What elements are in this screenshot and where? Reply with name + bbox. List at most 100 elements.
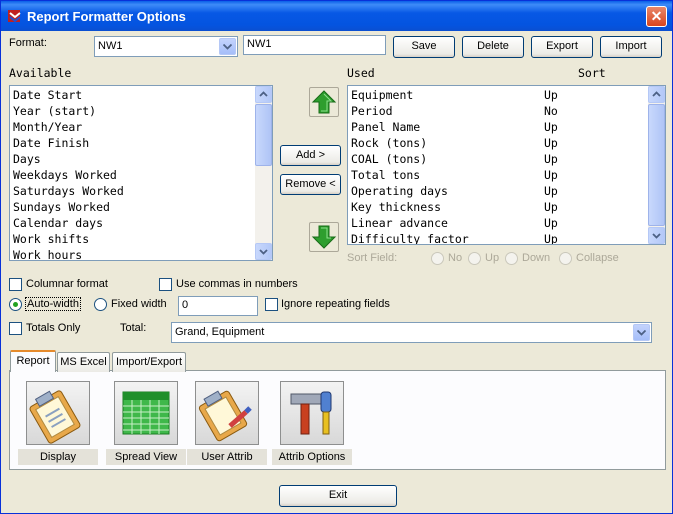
used-list[interactable]: Equipment Up Period No Panel Name Up Roc… bbox=[347, 85, 666, 245]
table-row[interactable]: Rock (tons) bbox=[351, 136, 427, 152]
format-name-field[interactable]: NW1 bbox=[243, 35, 386, 55]
sort-up-radio[interactable] bbox=[468, 252, 481, 265]
available-header: Available bbox=[9, 66, 72, 80]
used-scrollbar[interactable] bbox=[648, 86, 665, 244]
used-item-sort: No bbox=[544, 104, 558, 118]
total-select[interactable]: Grand, Equipment bbox=[171, 322, 652, 343]
tab-import-export[interactable]: Import/Export bbox=[112, 352, 186, 372]
title-bar[interactable]: Report Formatter Options ✕ bbox=[1, 1, 672, 31]
sort-down-radio[interactable] bbox=[505, 252, 518, 265]
list-item[interactable]: Year (start) bbox=[13, 104, 96, 120]
used-item-sort: Up bbox=[544, 232, 558, 245]
used-item-name: Linear advance bbox=[351, 216, 448, 230]
chevron-down-icon[interactable] bbox=[219, 38, 236, 55]
add-button[interactable]: Add > bbox=[280, 145, 341, 166]
tools-icon bbox=[290, 391, 332, 435]
ignore-repeating-checkbox[interactable] bbox=[265, 298, 278, 311]
use-commas-label: Use commas in numbers bbox=[176, 278, 298, 290]
columnar-format-label: Columnar format bbox=[26, 278, 108, 290]
exit-button-label: Exit bbox=[328, 489, 348, 501]
attrib-options-button-label: Attrib Options bbox=[272, 449, 352, 465]
used-item-name: Equipment bbox=[351, 88, 414, 102]
used-item-name: COAL (tons) bbox=[351, 152, 428, 166]
tab-import-export-label: Import/Export bbox=[115, 356, 183, 368]
sort-field-label: Sort Field: bbox=[347, 252, 398, 264]
sort-no-radio[interactable] bbox=[431, 252, 444, 265]
save-button-label: Save bbox=[411, 40, 437, 52]
format-select[interactable]: NW1 bbox=[94, 36, 238, 57]
table-row[interactable]: Total tons bbox=[351, 168, 420, 184]
table-row[interactable]: Panel Name bbox=[351, 120, 420, 136]
scroll-up-icon[interactable] bbox=[255, 86, 272, 103]
move-down-button[interactable] bbox=[309, 222, 339, 252]
auto-width-radio[interactable] bbox=[9, 298, 22, 311]
available-list[interactable]: Date Start Year (start) Month/Year Date … bbox=[9, 85, 273, 261]
delete-button[interactable]: Delete bbox=[462, 36, 524, 58]
used-header: Used bbox=[347, 66, 375, 80]
fixed-width-field[interactable]: 0 bbox=[178, 296, 258, 316]
scroll-down-icon[interactable] bbox=[255, 243, 272, 260]
arrow-down-icon bbox=[311, 225, 337, 249]
table-row[interactable]: Difficulty factor bbox=[351, 232, 469, 244]
chevron-down-icon[interactable] bbox=[633, 324, 650, 341]
sort-collapse-radio[interactable] bbox=[559, 252, 572, 265]
used-item-name: Key thickness bbox=[351, 200, 442, 214]
list-item[interactable]: Work shifts bbox=[13, 232, 89, 248]
tab-ms-excel[interactable]: MS Excel bbox=[57, 352, 110, 372]
table-row[interactable]: Key thickness bbox=[351, 200, 441, 216]
table-row[interactable]: Equipment bbox=[351, 88, 413, 104]
scroll-thumb[interactable] bbox=[255, 104, 272, 166]
user-attrib-button-label: User Attrib bbox=[187, 449, 267, 465]
exit-button[interactable]: Exit bbox=[279, 485, 397, 507]
used-item-name: Operating days bbox=[351, 184, 448, 198]
table-row[interactable]: COAL (tons) bbox=[351, 152, 427, 168]
tab-ms-excel-label: MS Excel bbox=[60, 356, 107, 368]
fixed-width-radio[interactable] bbox=[94, 298, 107, 311]
scroll-down-icon[interactable] bbox=[648, 227, 665, 244]
spread-view-button[interactable]: Spread View bbox=[106, 379, 186, 465]
export-button-label: Export bbox=[546, 40, 578, 52]
import-button[interactable]: Import bbox=[600, 36, 662, 58]
used-item-sort: Up bbox=[544, 88, 558, 102]
list-item[interactable]: Sundays Worked bbox=[13, 200, 110, 216]
save-button[interactable]: Save bbox=[393, 36, 455, 58]
used-item-sort: Up bbox=[544, 136, 558, 150]
list-item[interactable]: Days bbox=[13, 152, 41, 168]
user-attrib-button[interactable]: User Attrib bbox=[187, 379, 267, 465]
close-icon: ✕ bbox=[650, 8, 663, 24]
used-item-name: Panel Name bbox=[351, 120, 421, 134]
available-scrollbar[interactable] bbox=[255, 86, 272, 260]
list-item[interactable]: Date Start bbox=[13, 88, 82, 104]
table-row[interactable]: Operating days bbox=[351, 184, 448, 200]
used-item-sort: Up bbox=[544, 120, 558, 134]
list-item[interactable]: Weekdays Worked bbox=[13, 168, 117, 184]
columnar-format-checkbox[interactable] bbox=[9, 278, 22, 291]
tab-report[interactable]: Report bbox=[10, 350, 56, 372]
list-item[interactable]: Month/Year bbox=[13, 120, 82, 136]
spreadsheet-icon bbox=[122, 391, 170, 435]
used-item-sort: Up bbox=[544, 184, 558, 198]
app-icon bbox=[8, 10, 21, 23]
move-up-button[interactable] bbox=[309, 87, 339, 117]
totals-only-checkbox[interactable] bbox=[9, 322, 22, 335]
use-commas-checkbox[interactable] bbox=[159, 278, 172, 291]
scroll-thumb[interactable] bbox=[648, 104, 665, 226]
table-row[interactable]: Period bbox=[351, 104, 393, 120]
scroll-up-icon[interactable] bbox=[648, 86, 665, 103]
used-item-name: Period bbox=[351, 104, 393, 118]
export-button[interactable]: Export bbox=[531, 36, 593, 58]
report-formatter-window: Report Formatter Options ✕ Format: NW1 N… bbox=[0, 0, 673, 514]
used-item-name: Total tons bbox=[351, 168, 421, 182]
remove-button[interactable]: Remove < bbox=[280, 174, 341, 195]
display-button[interactable]: Display bbox=[18, 379, 98, 465]
close-button[interactable]: ✕ bbox=[646, 6, 667, 27]
table-row[interactable]: Linear advance bbox=[351, 216, 448, 232]
fixed-width-label: Fixed width bbox=[111, 298, 167, 310]
format-label: Format: bbox=[9, 37, 47, 49]
used-item-sort: Up bbox=[544, 200, 558, 214]
list-item[interactable]: Saturdays Worked bbox=[13, 184, 124, 200]
list-item[interactable]: Work hours bbox=[13, 248, 82, 260]
list-item[interactable]: Calendar days bbox=[13, 216, 103, 232]
attrib-options-button[interactable]: Attrib Options bbox=[272, 379, 352, 465]
list-item[interactable]: Date Finish bbox=[13, 136, 89, 152]
